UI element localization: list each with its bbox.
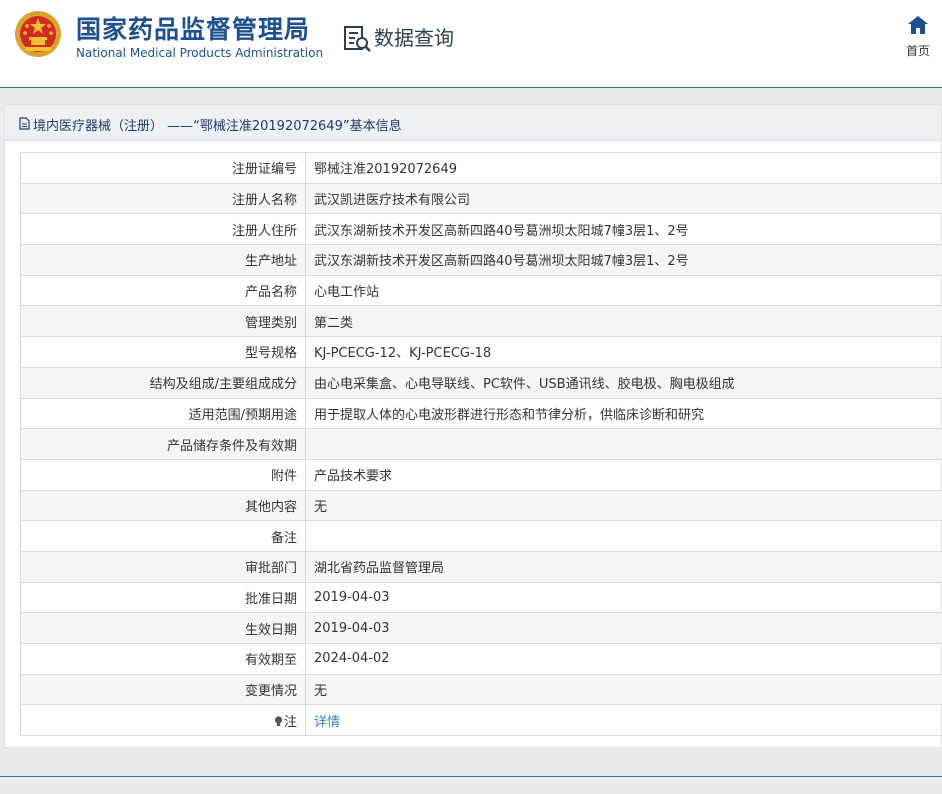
table-row: 审批部门 湖北省药品监督管理局 <box>20 550 942 583</box>
row-label: 产品名称 <box>20 274 306 307</box>
row-value: 武汉凯进医疗技术有限公司 <box>305 182 942 215</box>
row-value: 无 <box>305 489 942 522</box>
row-value: 湖北省药品监督管理局 <box>305 550 942 583</box>
row-label: 变更情况 <box>20 673 306 706</box>
table-row: 有效期至 2024-04-02 <box>20 643 942 675</box>
row-label: 附件 <box>20 458 306 491</box>
row-label: 型号规格 <box>20 336 306 368</box>
row-label: 生产地址 <box>20 244 306 276</box>
table-row: 产品储存条件及有效期 <box>20 428 942 460</box>
row-label: 有效期至 <box>20 643 306 675</box>
row-label: 审批部门 <box>20 550 306 583</box>
row-label: 生效日期 <box>20 612 306 644</box>
row-label: 管理类别 <box>20 305 306 338</box>
site-title-en: National Medical Products Administration <box>76 46 324 60</box>
note-label-cell: 注 <box>20 704 306 737</box>
table-row: 型号规格 KJ-PCECG-12、KJ-PCECG-18 <box>20 336 942 368</box>
table-row: 注册人名称 武汉凯进医疗技术有限公司 <box>20 182 942 215</box>
site-header: 国家药品监督管理局 National Medical Products Admi… <box>0 0 942 88</box>
row-label: 产品储存条件及有效期 <box>20 428 306 460</box>
row-label: 注册人名称 <box>20 182 306 215</box>
row-value: 无 <box>305 673 942 706</box>
table-row: 注册人住所 武汉东湖新技术开发区高新四路40号葛洲坝太阳城7幢3层1、2号 <box>20 213 942 246</box>
row-value: 2019-04-03 <box>305 612 942 644</box>
home-button[interactable]: 首页 <box>898 16 938 62</box>
row-value: 武汉东湖新技术开发区高新四路40号葛洲坝太阳城7幢3层1、2号 <box>305 244 942 276</box>
table-row: 产品名称 心电工作站 <box>20 274 942 307</box>
details-link[interactable]: 详情 <box>314 715 340 730</box>
table-row: 附件 产品技术要求 <box>20 458 942 491</box>
table-row: 适用范围/预期用途 用于提取人体的心电波形群进行形态和节律分析，供临床诊断和研究 <box>20 397 942 430</box>
row-value: 第二类 <box>305 305 942 338</box>
footer-divider <box>0 776 942 777</box>
document-icon <box>19 117 30 130</box>
row-label: 注册证编号 <box>20 152 306 184</box>
row-value: 2024-04-02 <box>305 643 942 675</box>
row-value <box>305 428 942 460</box>
table-row: 批准日期 2019-04-03 <box>20 581 942 614</box>
row-value: 由心电采集盒、心电导联线、PC软件、USB通讯线、胶电极、胸电极组成 <box>305 366 942 399</box>
row-label: 注册人住所 <box>20 213 306 246</box>
home-icon <box>908 16 928 34</box>
site-title-cn: 国家药品监督管理局 <box>76 15 311 44</box>
table-row: 注册证编号 鄂械注准20192072649 <box>20 152 942 184</box>
panel-title: 境内医疗器械（注册） ——“鄂械注准20192072649”基本信息 <box>33 119 402 134</box>
table-row: 结构及组成/主要组成成分 由心电采集盒、心电导联线、PC软件、USB通讯线、胶电极… <box>20 366 942 399</box>
row-value: 产品技术要求 <box>305 458 942 491</box>
row-value <box>305 520 942 552</box>
row-label: 其他内容 <box>20 489 306 522</box>
panel-header: 境内医疗器械（注册） ——“鄂械注准20192072649”基本信息 <box>5 105 941 141</box>
row-value: KJ-PCECG-12、KJ-PCECG-18 <box>305 336 942 368</box>
row-value: 用于提取人体的心电波形群进行形态和节律分析，供临床诊断和研究 <box>305 397 942 430</box>
row-value: 2019-04-03 <box>305 581 942 614</box>
row-label: 结构及组成/主要组成成分 <box>20 366 306 399</box>
row-label: 备注 <box>20 520 306 552</box>
data-query-icon <box>344 26 371 52</box>
row-value: 武汉东湖新技术开发区高新四路40号葛洲坝太阳城7幢3层1、2号 <box>305 213 942 246</box>
table-row: 生产地址 武汉东湖新技术开发区高新四路40号葛洲坝太阳城7幢3层1、2号 <box>20 244 942 276</box>
home-label: 首页 <box>905 44 930 58</box>
registration-info-panel: 境内医疗器械（注册） ——“鄂械注准20192072649”基本信息 注册证编号… <box>4 104 942 748</box>
lightbulb-icon <box>274 716 283 726</box>
table-row: 管理类别 第二类 <box>20 305 942 338</box>
row-label: 批准日期 <box>20 581 306 614</box>
table-row-note: 注 详情 <box>20 704 942 737</box>
row-value: 鄂械注准20192072649 <box>305 152 942 184</box>
row-value: 心电工作站 <box>305 274 942 307</box>
table-row: 备注 <box>20 520 942 552</box>
table-row: 变更情况无 <box>20 673 942 706</box>
note-value-cell: 详情 <box>305 704 942 737</box>
national-emblem-icon <box>15 11 61 57</box>
info-table: 注册证编号 鄂械注准20192072649 注册人名称 武汉凯进医疗技术有限公司 注… <box>20 152 942 737</box>
data-query-label: 数据查询 <box>374 26 454 50</box>
row-label: 适用范围/预期用途 <box>20 397 306 430</box>
table-row: 其他内容无 <box>20 489 942 522</box>
table-row: 生效日期 2019-04-03 <box>20 612 942 644</box>
note-label: 注 <box>283 714 297 730</box>
